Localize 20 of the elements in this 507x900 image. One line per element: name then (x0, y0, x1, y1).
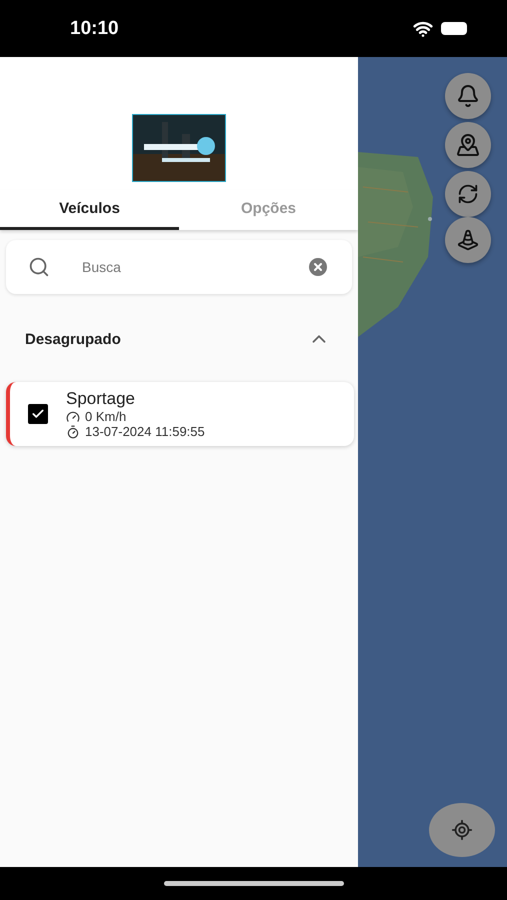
crosshair-icon (451, 819, 473, 841)
traffic-cone-icon (457, 229, 479, 251)
bell-icon (456, 84, 480, 108)
search-field[interactable]: Busca (80, 258, 276, 276)
map-pin-icon (456, 133, 480, 157)
battery-icon (441, 22, 467, 35)
status-time: 10:10 (70, 18, 119, 40)
speedometer-icon (66, 410, 80, 424)
clear-icon[interactable] (306, 255, 330, 279)
group-title: Desagrupado (25, 330, 121, 348)
tab[interactable]: Veículos (0, 190, 179, 230)
search-icon (28, 256, 50, 278)
vehicle-speed: 0 Km/h (85, 409, 126, 424)
vehicle-timestamp: 13-07-2024 11:59:55 (85, 424, 205, 439)
check-icon (31, 407, 45, 421)
vehicle-name: Sportage (66, 389, 136, 409)
refresh-icon (457, 183, 479, 205)
checkbox[interactable] (28, 404, 48, 424)
stopwatch-icon (66, 424, 80, 438)
vehicle-card[interactable]: Sportage 0 Km/h 13-07-2024 11:59:55 (6, 382, 354, 446)
